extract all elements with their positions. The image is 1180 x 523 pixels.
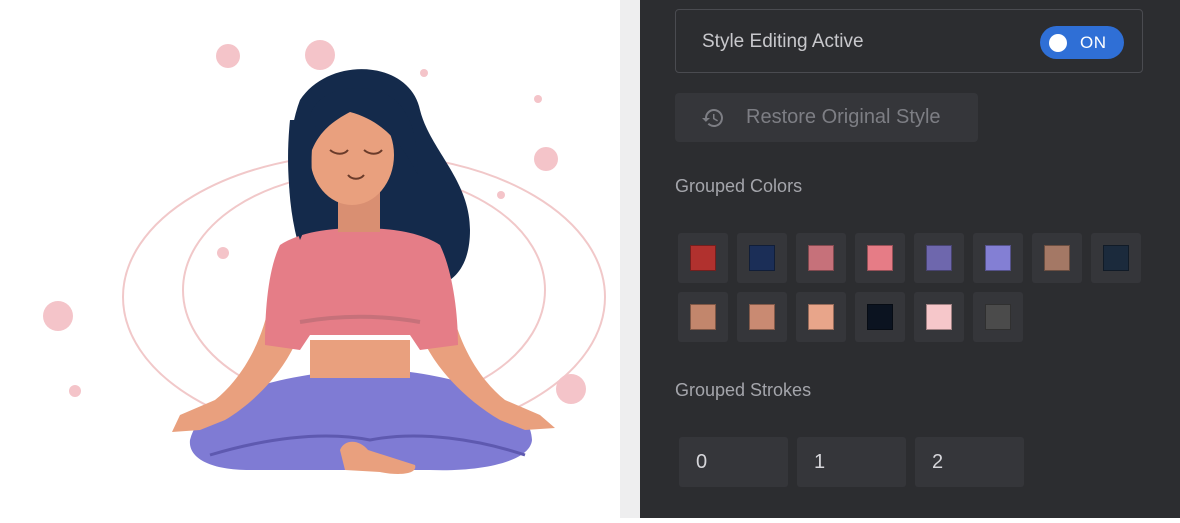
grouped-strokes-title: Grouped Strokes (675, 380, 812, 400)
color-swatch[interactable] (855, 292, 905, 342)
restore-label: Restore Original Style (746, 106, 941, 128)
panel-divider[interactable] (620, 0, 640, 518)
color-swatch[interactable] (973, 292, 1023, 342)
color-swatch-fill (985, 245, 1011, 271)
meditation-illustration (43, 40, 606, 474)
color-swatch-fill (867, 304, 893, 330)
color-swatch[interactable] (973, 233, 1023, 283)
color-swatch-fill (690, 304, 716, 330)
stroke-option-2[interactable]: 2 (915, 437, 1024, 487)
color-swatch[interactable] (1091, 233, 1141, 283)
style-editing-toggle[interactable]: ON (1040, 26, 1124, 59)
grouped-colors-title: Grouped Colors (675, 176, 803, 196)
style-editor-panel: Style Editing Active ON Restore Original… (640, 0, 1180, 518)
illustration-canvas (0, 0, 620, 518)
color-swatch[interactable] (796, 292, 846, 342)
color-swatch-fill (808, 304, 834, 330)
stroke-value: 2 (932, 451, 944, 473)
stroke-value: 0 (696, 451, 708, 473)
color-swatch[interactable] (1032, 233, 1082, 283)
color-swatch-fill (985, 304, 1011, 330)
color-swatch-fill (926, 304, 952, 330)
color-swatch[interactable] (737, 233, 787, 283)
style-editing-row: Style Editing Active ON (675, 9, 1143, 73)
style-editing-label: Style Editing Active (702, 31, 864, 52)
color-swatch[interactable] (914, 292, 964, 342)
color-swatch-fill (1044, 245, 1070, 271)
color-swatch-fill (926, 245, 952, 271)
color-swatch[interactable] (678, 233, 728, 283)
stroke-value: 1 (814, 451, 826, 473)
color-swatch-fill (749, 245, 775, 271)
color-swatch-fill (749, 304, 775, 330)
color-swatch-fill (867, 245, 893, 271)
color-swatch[interactable] (737, 292, 787, 342)
color-swatch-fill (808, 245, 834, 271)
stroke-option-1[interactable]: 1 (797, 437, 906, 487)
toggle-knob (1049, 34, 1067, 52)
toggle-state-label: ON (1080, 33, 1107, 52)
color-swatch[interactable] (914, 233, 964, 283)
restore-original-style-button[interactable]: Restore Original Style (675, 93, 978, 142)
color-swatch[interactable] (678, 292, 728, 342)
stroke-option-0[interactable]: 0 (679, 437, 788, 487)
color-swatch-fill (690, 245, 716, 271)
color-swatch-fill (1103, 245, 1129, 271)
color-swatch[interactable] (855, 233, 905, 283)
color-swatch[interactable] (796, 233, 846, 283)
history-icon (702, 109, 723, 127)
